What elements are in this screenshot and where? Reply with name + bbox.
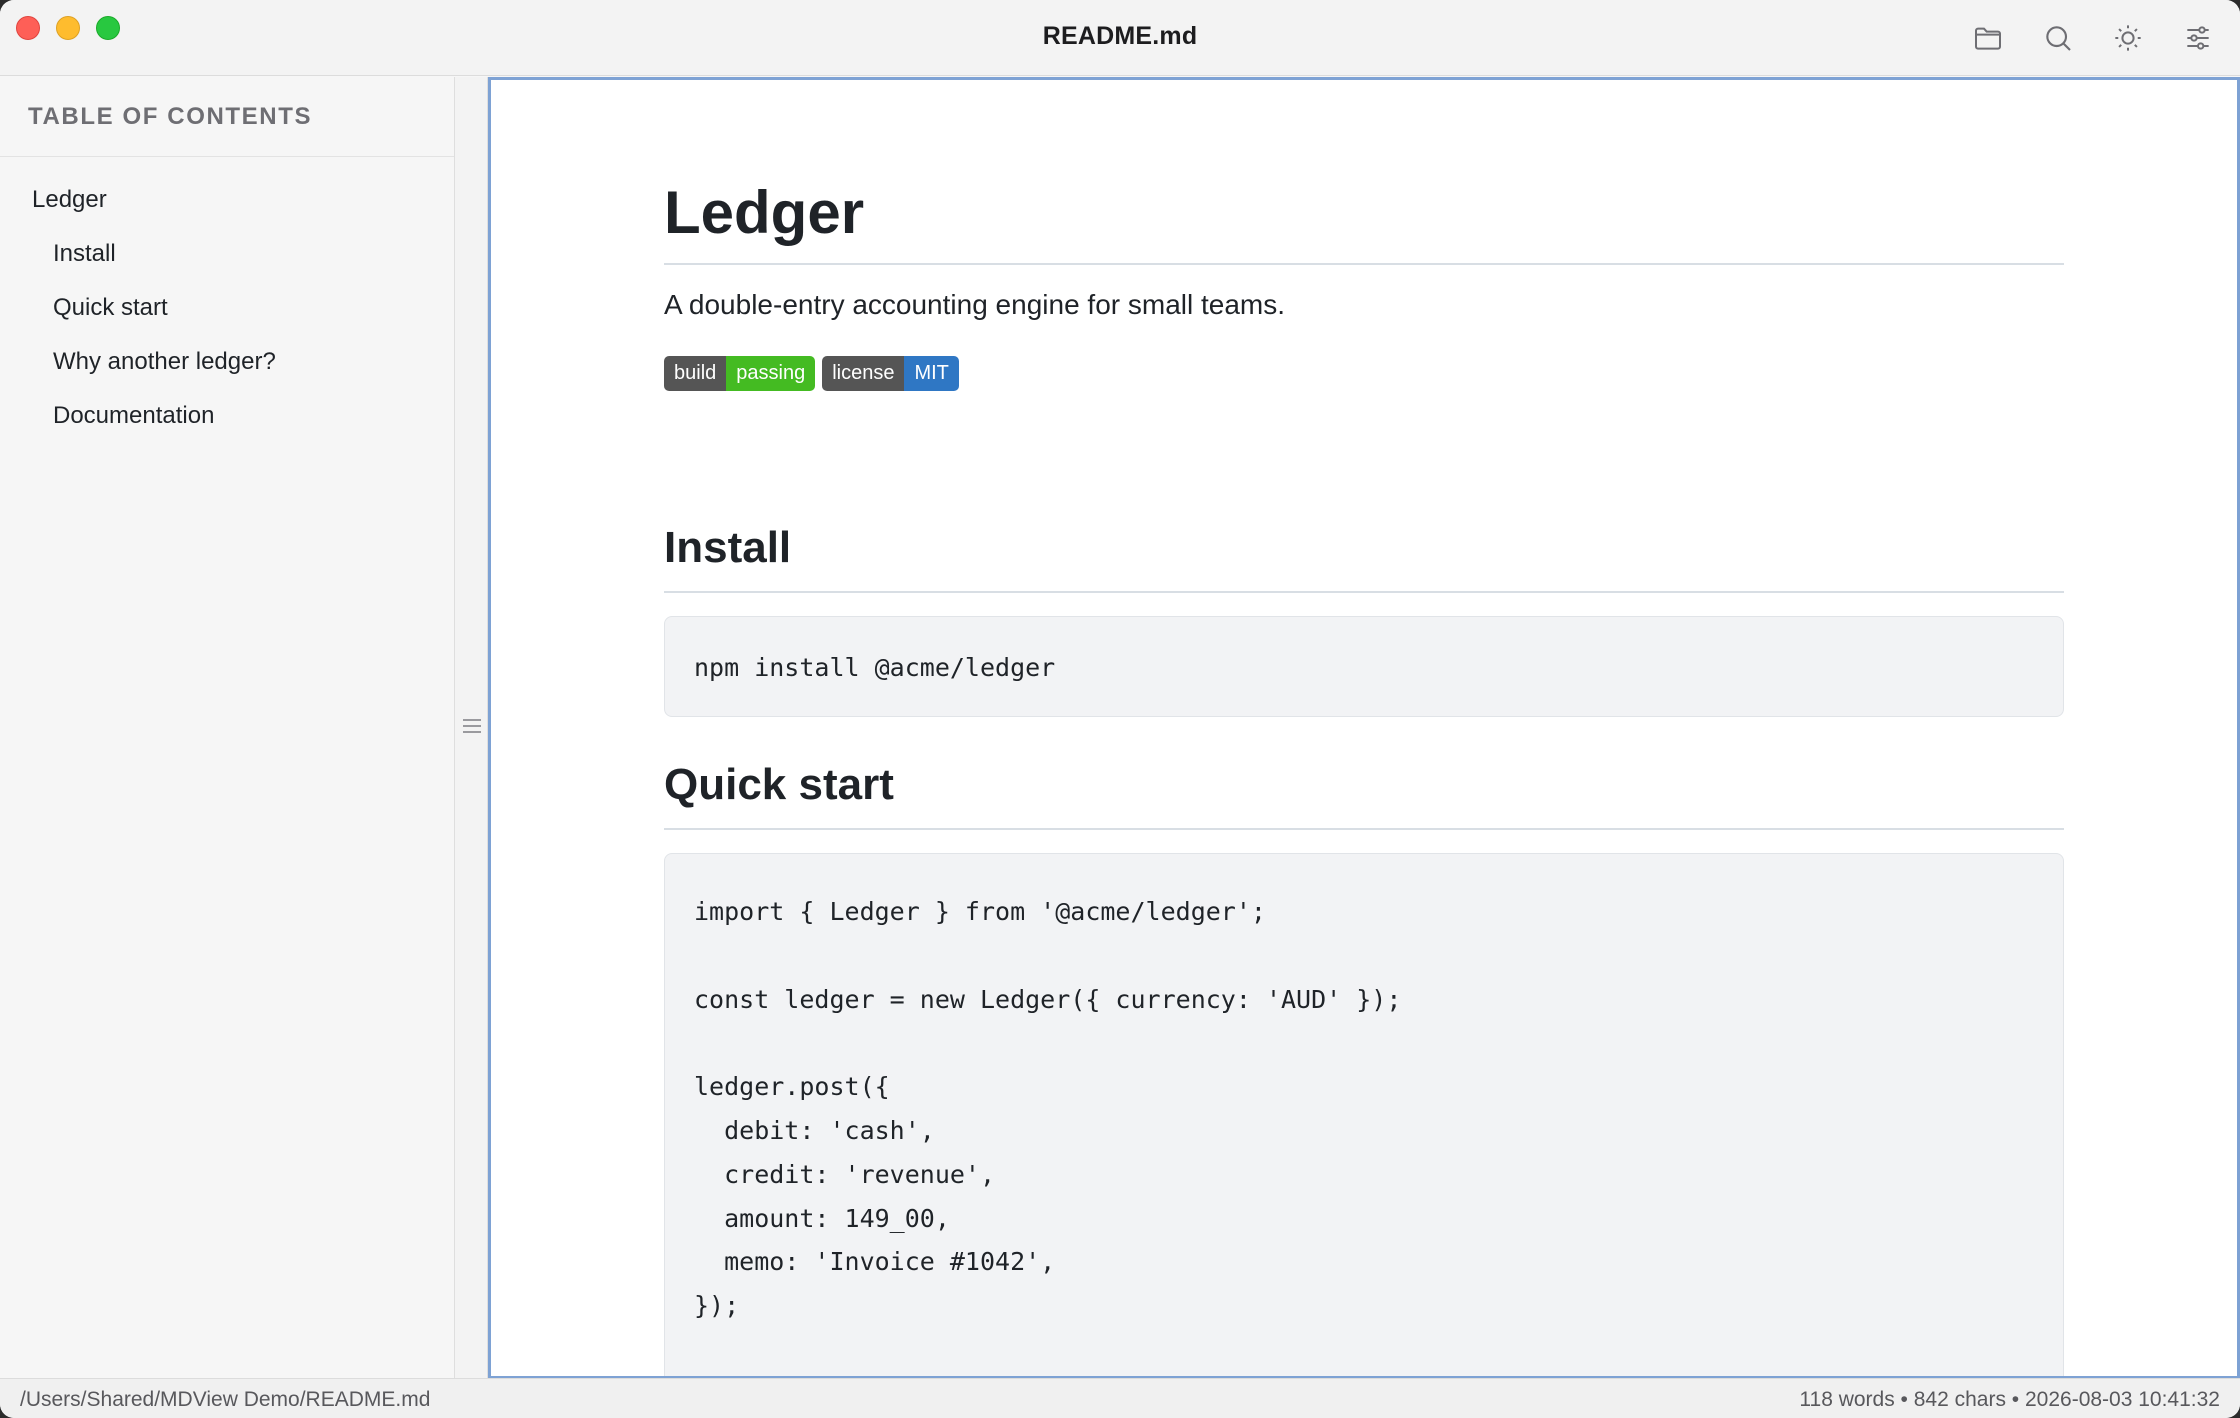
title-divider bbox=[664, 263, 2064, 265]
install-code-block[interactable]: npm install @acme/ledger bbox=[664, 616, 2064, 717]
toc-item-ledger[interactable]: Ledger bbox=[0, 173, 454, 227]
quick-start-code: import { Ledger } from '@acme/ledger'; c… bbox=[694, 897, 1402, 1321]
search-icon bbox=[2046, 26, 2071, 51]
toc-list: Ledger Install Quick start Why another l… bbox=[0, 157, 454, 443]
status-bar: /Users/Shared/MDView Demo/README.md 118 … bbox=[0, 1378, 2240, 1418]
theme-toggle-button[interactable] bbox=[2110, 20, 2146, 56]
quick-start-divider bbox=[664, 828, 2064, 830]
badge-key: license bbox=[822, 356, 905, 391]
install-code: npm install @acme/ledger bbox=[694, 653, 1056, 682]
document-pane[interactable]: Ledger A double-entry accounting engine … bbox=[488, 77, 2240, 1379]
badge-key: build bbox=[664, 356, 727, 391]
toc-sidebar: TABLE OF CONTENTS Ledger Install Quick s… bbox=[0, 77, 455, 1379]
badge-value: MIT bbox=[904, 356, 959, 391]
search-button[interactable] bbox=[2040, 20, 2076, 56]
settings-button[interactable] bbox=[2180, 20, 2216, 56]
build-badge[interactable]: build passing bbox=[664, 356, 816, 391]
install-divider bbox=[664, 591, 2064, 593]
quick-start-code-block[interactable]: import { Ledger } from '@acme/ledger'; c… bbox=[664, 853, 2064, 1376]
toc-item-documentation[interactable]: Documentation bbox=[0, 389, 454, 443]
doc-title: Ledger bbox=[664, 179, 865, 246]
doc-description: A double-entry accounting engine for sma… bbox=[664, 289, 1286, 320]
license-badge[interactable]: license MIT bbox=[822, 356, 959, 391]
window-title: README.md bbox=[1042, 22, 1198, 50]
badge-row: build passing license MIT bbox=[664, 356, 959, 391]
sliders-icon bbox=[2187, 26, 2209, 50]
heading-install: Install bbox=[664, 523, 792, 572]
toc-heading: TABLE OF CONTENTS bbox=[0, 77, 454, 157]
drag-grip-icon bbox=[463, 719, 481, 737]
toc-item-quick-start[interactable]: Quick start bbox=[0, 281, 454, 335]
folder-icon bbox=[1975, 27, 2001, 50]
toc-item-install[interactable]: Install bbox=[0, 227, 454, 281]
toolbar bbox=[1970, 20, 2216, 56]
document-stats: 118 words • 842 chars • 2026-08-03 10:41… bbox=[1799, 1388, 2220, 1411]
badge-value: passing bbox=[726, 356, 816, 391]
sun-icon bbox=[2115, 25, 2141, 51]
open-folder-button[interactable] bbox=[1970, 20, 2006, 56]
heading-quick-start: Quick start bbox=[664, 760, 894, 809]
file-path: /Users/Shared/MDView Demo/README.md bbox=[20, 1388, 431, 1411]
sidebar-resize-handle[interactable] bbox=[455, 77, 488, 1379]
app-window: README.md TABLE OF CONTENTS Ledger Insta… bbox=[0, 0, 2240, 1418]
toc-item-why-another-ledger[interactable]: Why another ledger? bbox=[0, 335, 454, 389]
title-bar: README.md bbox=[0, 0, 2240, 76]
